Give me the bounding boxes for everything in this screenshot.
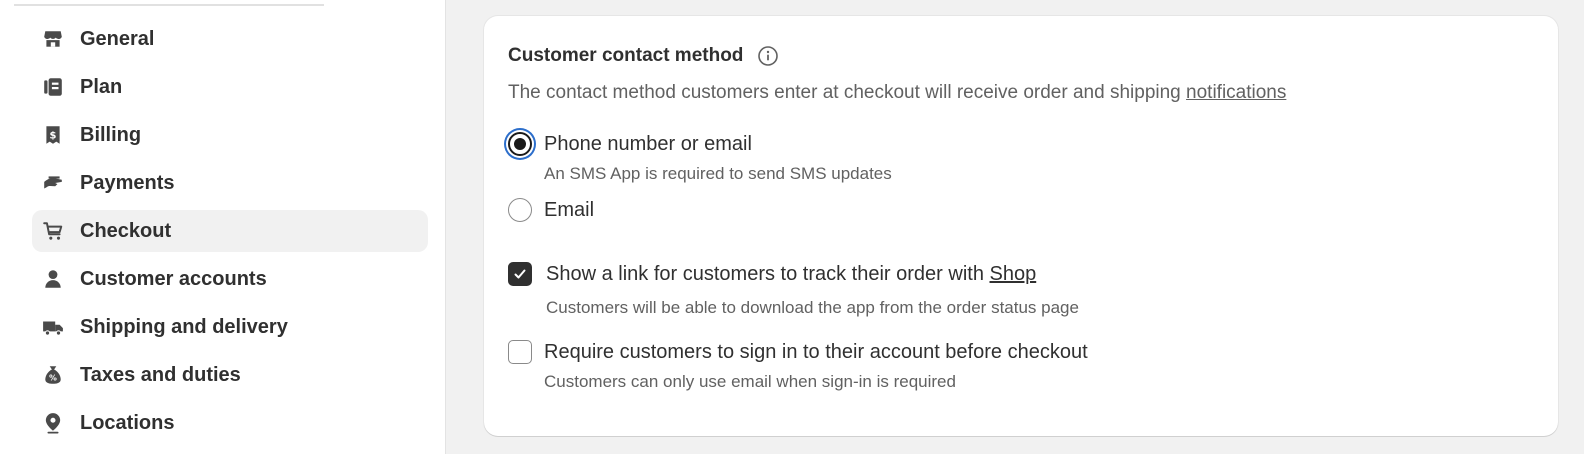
sidebar-item-label: Payments	[80, 171, 175, 194]
sidebar-header-cropped	[14, 0, 324, 6]
checkbox-help-text: Customers will be able to download the a…	[546, 298, 1079, 317]
radio-option-email[interactable]: Email	[508, 198, 1534, 222]
checkmark-icon	[514, 269, 526, 279]
radio-phone-or-email[interactable]	[508, 132, 532, 156]
radio-help-text: An SMS App is required to send SMS updat…	[544, 164, 892, 183]
store-icon	[42, 28, 64, 50]
radio-email[interactable]	[508, 198, 532, 222]
sidebar-item-customer-accounts[interactable]: Customer accounts	[32, 258, 428, 300]
checkbox-help-text: Customers can only use email when sign-i…	[544, 372, 956, 391]
cart-icon	[42, 220, 64, 242]
checkbox-shop-link[interactable]	[508, 262, 532, 286]
sidebar-item-plan[interactable]: Plan	[32, 66, 428, 108]
sidebar-item-payments[interactable]: Payments	[32, 162, 428, 204]
card-title: Customer contact method	[508, 45, 744, 66]
svg-text:$: $	[50, 130, 57, 141]
info-icon[interactable]	[757, 45, 779, 67]
notifications-link[interactable]: notifications	[1186, 82, 1286, 103]
radio-label: Phone number or email	[544, 132, 752, 155]
sidebar-item-label: Locations	[80, 411, 175, 434]
plan-icon	[42, 76, 64, 98]
sidebar-item-taxes[interactable]: % Taxes and duties	[32, 354, 428, 396]
card-body: Customer contact method The contact meth…	[508, 40, 1534, 392]
description-text: The contact method customers enter at ch…	[508, 82, 1187, 103]
sidebar-item-shipping[interactable]: Shipping and delivery	[32, 306, 428, 348]
card-description: The contact method customers enter at ch…	[508, 82, 1534, 104]
settings-page: General Plan $ Billing Payments Checkout…	[0, 0, 1584, 454]
receipt-icon: $	[42, 124, 64, 146]
sidebar-item-label: General	[80, 27, 155, 50]
sidebar-item-checkout[interactable]: Checkout	[32, 210, 428, 252]
location-pin-icon	[42, 412, 64, 434]
checkbox-require-sign-in[interactable]	[508, 340, 532, 364]
checkbox-option-require-sign-in[interactable]: Require customers to sign in to their ac…	[508, 340, 1534, 364]
checkbox-label: Require customers to sign in to their ac…	[544, 340, 1088, 363]
sidebar-item-label: Customer accounts	[80, 267, 267, 290]
settings-sidebar: General Plan $ Billing Payments Checkout…	[0, 0, 446, 454]
checkbox-label: Show a link for customers to track their…	[546, 263, 1036, 286]
sidebar-item-label: Checkout	[80, 219, 172, 242]
card-header: Customer contact method	[508, 40, 1534, 72]
checkbox-option-shop-link[interactable]: Show a link for customers to track their…	[508, 262, 1534, 286]
sidebar-item-billing[interactable]: $ Billing	[32, 114, 428, 156]
sidebar-item-label: Shipping and delivery	[80, 315, 288, 338]
radio-label: Email	[544, 198, 595, 221]
sidebar-item-label: Billing	[80, 123, 142, 146]
sidebar-item-label: Taxes and duties	[80, 363, 241, 386]
tax-bag-icon: %	[42, 364, 64, 386]
person-icon	[42, 268, 64, 290]
sidebar-item-locations[interactable]: Locations	[32, 402, 428, 444]
checkbox-label-text: Show a link for customers to track their…	[546, 262, 990, 285]
settings-nav: General Plan $ Billing Payments Checkout…	[32, 18, 428, 450]
radio-option-phone-or-email[interactable]: Phone number or email	[508, 132, 1534, 156]
sidebar-item-label: Plan	[80, 75, 123, 98]
shop-link[interactable]: Shop	[990, 263, 1037, 285]
truck-icon	[42, 316, 64, 338]
svg-text:%: %	[49, 374, 57, 383]
hand-cash-icon	[42, 172, 64, 194]
sidebar-item-general[interactable]: General	[32, 18, 428, 60]
customer-contact-card: Customer contact method The contact meth…	[484, 16, 1558, 436]
